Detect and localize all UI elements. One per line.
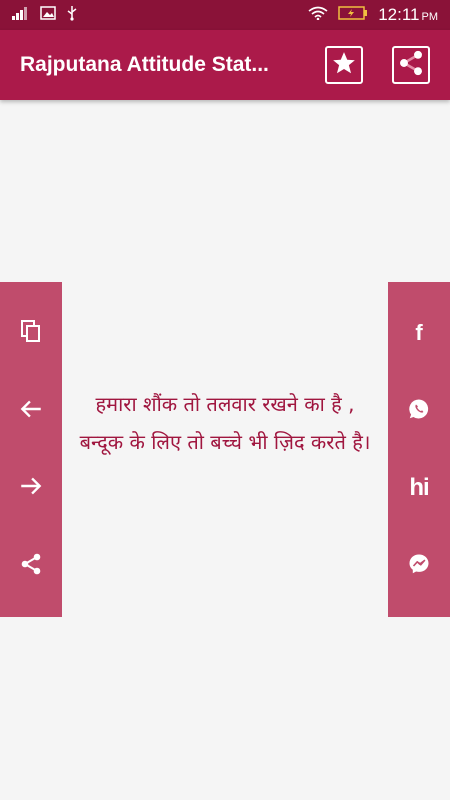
left-action-bar xyxy=(0,282,62,617)
app-title: Rajputana Attitude Stat... xyxy=(20,53,269,76)
arrow-left-icon xyxy=(18,396,44,426)
share-icon xyxy=(397,49,425,81)
share-icon xyxy=(19,552,43,580)
previous-button[interactable] xyxy=(11,391,51,431)
copy-button[interactable] xyxy=(11,313,51,353)
app-bar: Rajputana Attitude Stat... xyxy=(0,30,450,100)
status-bar: 12:11 PM xyxy=(0,0,450,30)
arrow-right-icon xyxy=(18,473,44,503)
hike-share-button[interactable]: hi xyxy=(399,468,439,508)
image-icon xyxy=(40,5,56,25)
messenger-icon xyxy=(407,552,431,580)
status-time: 12:11 PM xyxy=(378,5,438,24)
star-icon xyxy=(331,50,357,80)
favorite-button[interactable] xyxy=(325,46,363,84)
signal-icon xyxy=(12,6,30,25)
hike-icon: hi xyxy=(409,474,429,502)
messenger-share-button[interactable] xyxy=(399,546,439,586)
whatsapp-share-button[interactable] xyxy=(399,391,439,431)
facebook-icon: f xyxy=(415,319,423,345)
copy-icon xyxy=(19,319,43,347)
right-share-bar: f hi xyxy=(388,282,450,617)
facebook-share-button[interactable]: f xyxy=(399,313,439,353)
usb-icon xyxy=(66,5,78,26)
next-button[interactable] xyxy=(11,468,51,508)
quote-text: हमारा शौंक तो तलवार रखने का है , बन्दूक … xyxy=(79,392,371,454)
wifi-icon xyxy=(308,6,328,25)
battery-icon xyxy=(338,5,368,25)
whatsapp-icon xyxy=(407,397,431,425)
share-quote-button[interactable] xyxy=(11,546,51,586)
share-app-button[interactable] xyxy=(392,46,430,84)
